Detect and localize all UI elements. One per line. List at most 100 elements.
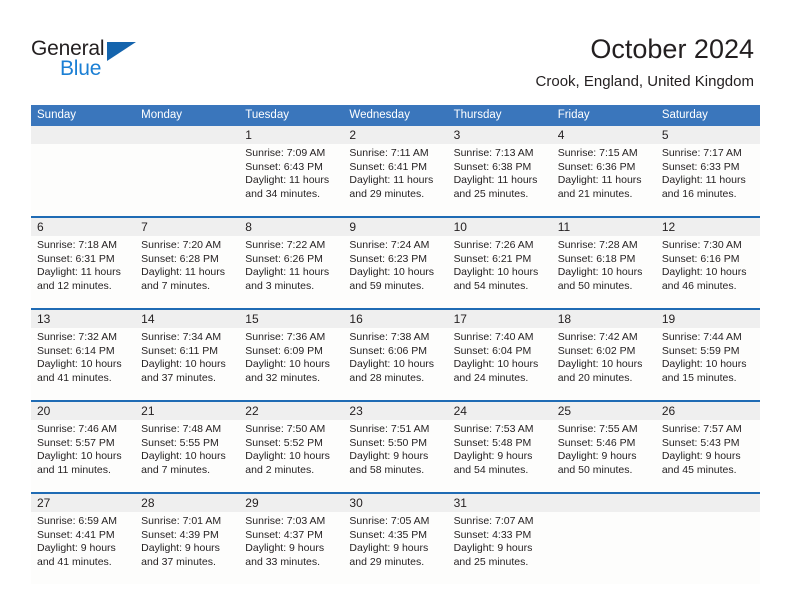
- daylight-text-line2: and 37 minutes.: [141, 371, 216, 384]
- day-cell[interactable]: 25 Sunrise: 7:55 AM Sunset: 5:46 PM Dayl…: [551, 402, 656, 492]
- sunset-text: Sunset: 4:39 PM: [141, 528, 219, 541]
- day-details: Sunrise: 7:32 AM Sunset: 6:14 PM Dayligh…: [31, 328, 135, 385]
- day-number: 2: [349, 128, 357, 142]
- day-cell[interactable]: 17 Sunrise: 7:40 AM Sunset: 6:04 PM Dayl…: [447, 310, 552, 400]
- day-cell[interactable]: 3 Sunrise: 7:13 AM Sunset: 6:38 PM Dayli…: [447, 126, 552, 216]
- day-cell[interactable]: 28 Sunrise: 7:01 AM Sunset: 4:39 PM Dayl…: [135, 494, 240, 584]
- day-details: Sunrise: 7:18 AM Sunset: 6:31 PM Dayligh…: [31, 236, 135, 293]
- sunset-text: Sunset: 5:52 PM: [245, 436, 323, 449]
- day-details: Sunrise: 7:42 AM Sunset: 6:02 PM Dayligh…: [552, 328, 656, 385]
- day-number: 6: [37, 220, 44, 234]
- day-details: Sunrise: 7:07 AM Sunset: 4:33 PM Dayligh…: [448, 512, 552, 569]
- daylight-text-line1: Daylight: 11 hours: [557, 174, 642, 187]
- day-number: 26: [661, 404, 676, 418]
- day-cell[interactable]: 14 Sunrise: 7:34 AM Sunset: 6:11 PM Dayl…: [135, 310, 240, 400]
- week-row: 27 Sunrise: 6:59 AM Sunset: 4:41 PM Dayl…: [31, 492, 760, 584]
- day-cell[interactable]: 1 Sunrise: 7:09 AM Sunset: 6:43 PM Dayli…: [239, 126, 344, 216]
- day-cell[interactable]: 12 Sunrise: 7:30 AM Sunset: 6:16 PM Dayl…: [655, 218, 760, 308]
- page-header: General Blue October 2024 Crook, England…: [0, 0, 792, 100]
- day-details: Sunrise: 7:44 AM Sunset: 5:59 PM Dayligh…: [656, 328, 760, 385]
- day-cell[interactable]: 13 Sunrise: 7:32 AM Sunset: 6:14 PM Dayl…: [31, 310, 136, 400]
- day-cell[interactable]: [655, 494, 760, 584]
- sunrise-text: Sunrise: 7:46 AM: [37, 423, 117, 435]
- day-details: Sunrise: 7:38 AM Sunset: 6:06 PM Dayligh…: [343, 328, 447, 385]
- day-cell[interactable]: 30 Sunrise: 7:05 AM Sunset: 4:35 PM Dayl…: [343, 494, 448, 584]
- day-number: 31: [453, 496, 467, 510]
- day-details: Sunrise: 7:26 AM Sunset: 6:21 PM Dayligh…: [448, 236, 552, 293]
- sunset-text: Sunset: 6:21 PM: [453, 252, 532, 265]
- day-cell[interactable]: 31 Sunrise: 7:07 AM Sunset: 4:33 PM Dayl…: [447, 494, 552, 584]
- day-cell[interactable]: 29 Sunrise: 7:03 AM Sunset: 4:37 PM Dayl…: [239, 494, 344, 584]
- daylight-text-line1: Daylight: 10 hours: [141, 358, 226, 371]
- day-details: Sunrise: 7:28 AM Sunset: 6:18 PM Dayligh…: [552, 236, 656, 293]
- day-details: [656, 512, 760, 515]
- day-cell[interactable]: 23 Sunrise: 7:51 AM Sunset: 5:50 PM Dayl…: [343, 402, 448, 492]
- day-cell[interactable]: 10 Sunrise: 7:26 AM Sunset: 6:21 PM Dayl…: [447, 218, 552, 308]
- generalblue-logo[interactable]: General Blue: [31, 37, 171, 85]
- day-number-band: 23: [343, 402, 448, 420]
- daylight-text-line1: Daylight: 9 hours: [245, 542, 325, 555]
- day-cell[interactable]: 19 Sunrise: 7:44 AM Sunset: 5:59 PM Dayl…: [655, 310, 760, 400]
- sunrise-text: Sunrise: 7:51 AM: [349, 423, 430, 435]
- daylight-text-line2: and 12 minutes.: [37, 279, 112, 292]
- day-number-band: 6: [31, 218, 136, 236]
- day-cell[interactable]: 22 Sunrise: 7:50 AM Sunset: 5:52 PM Dayl…: [239, 402, 344, 492]
- sunset-text: Sunset: 6:06 PM: [349, 344, 428, 357]
- day-cell[interactable]: 6 Sunrise: 7:18 AM Sunset: 6:31 PM Dayli…: [31, 218, 136, 308]
- logo-triangle-icon: [107, 42, 136, 61]
- day-number-band: 16: [343, 310, 448, 328]
- day-number: 20: [37, 404, 51, 418]
- sunrise-text: Sunrise: 7:30 AM: [661, 239, 742, 251]
- day-details: Sunrise: 7:30 AM Sunset: 6:16 PM Dayligh…: [656, 236, 760, 293]
- sunset-text: Sunset: 5:57 PM: [37, 436, 115, 449]
- daylight-text-line2: and 21 minutes.: [557, 187, 633, 200]
- day-details: Sunrise: 6:59 AM Sunset: 4:41 PM Dayligh…: [31, 512, 135, 569]
- daylight-text-line1: Daylight: 9 hours: [349, 542, 429, 555]
- sunset-text: Sunset: 6:04 PM: [453, 344, 532, 357]
- day-cell[interactable]: 16 Sunrise: 7:38 AM Sunset: 6:06 PM Dayl…: [343, 310, 448, 400]
- day-cell[interactable]: 9 Sunrise: 7:24 AM Sunset: 6:23 PM Dayli…: [343, 218, 448, 308]
- day-details: Sunrise: 7:11 AM Sunset: 6:41 PM Dayligh…: [343, 144, 447, 201]
- daylight-text-line1: Daylight: 10 hours: [141, 450, 226, 463]
- daylight-text-line2: and 11 minutes.: [37, 463, 111, 476]
- calendar-page: General Blue October 2024 Crook, England…: [0, 0, 792, 612]
- daylight-text-line1: Daylight: 9 hours: [453, 542, 533, 555]
- day-cell[interactable]: [31, 126, 136, 216]
- daylight-text-line1: Daylight: 10 hours: [661, 358, 747, 371]
- day-number: 28: [141, 496, 155, 510]
- day-number-band: 25: [551, 402, 656, 420]
- week-row: 1 Sunrise: 7:09 AM Sunset: 6:43 PM Dayli…: [31, 126, 760, 216]
- day-details: Sunrise: 7:20 AM Sunset: 6:28 PM Dayligh…: [135, 236, 239, 293]
- day-cell[interactable]: 20 Sunrise: 7:46 AM Sunset: 5:57 PM Dayl…: [31, 402, 136, 492]
- sunset-text: Sunset: 6:28 PM: [141, 252, 219, 265]
- day-details: Sunrise: 7:17 AM Sunset: 6:33 PM Dayligh…: [656, 144, 760, 201]
- day-cell[interactable]: 15 Sunrise: 7:36 AM Sunset: 6:09 PM Dayl…: [239, 310, 344, 400]
- sunset-text: Sunset: 6:23 PM: [349, 252, 428, 265]
- daylight-text-line2: and 37 minutes.: [141, 555, 216, 568]
- day-details: Sunrise: 7:55 AM Sunset: 5:46 PM Dayligh…: [552, 420, 656, 477]
- day-number-band: 12: [655, 218, 760, 236]
- daylight-text-line2: and 58 minutes.: [349, 463, 425, 476]
- day-cell[interactable]: [551, 494, 656, 584]
- day-cell[interactable]: 7 Sunrise: 7:20 AM Sunset: 6:28 PM Dayli…: [135, 218, 240, 308]
- day-cell[interactable]: 21 Sunrise: 7:48 AM Sunset: 5:55 PM Dayl…: [135, 402, 240, 492]
- day-number-band: 20: [31, 402, 136, 420]
- daylight-text-line1: Daylight: 10 hours: [349, 266, 435, 279]
- day-cell[interactable]: 5 Sunrise: 7:17 AM Sunset: 6:33 PM Dayli…: [655, 126, 760, 216]
- day-number: 9: [349, 220, 357, 234]
- day-cell[interactable]: 27 Sunrise: 6:59 AM Sunset: 4:41 PM Dayl…: [31, 494, 136, 584]
- day-cell[interactable]: 8 Sunrise: 7:22 AM Sunset: 6:26 PM Dayli…: [239, 218, 344, 308]
- day-cell[interactable]: 26 Sunrise: 7:57 AM Sunset: 5:43 PM Dayl…: [655, 402, 760, 492]
- daylight-text-line2: and 50 minutes.: [557, 279, 633, 292]
- daylight-text-line2: and 45 minutes.: [661, 463, 737, 476]
- day-cell[interactable]: 11 Sunrise: 7:28 AM Sunset: 6:18 PM Dayl…: [551, 218, 656, 308]
- daylight-text-line1: Daylight: 11 hours: [245, 174, 330, 187]
- day-cell[interactable]: 24 Sunrise: 7:53 AM Sunset: 5:48 PM Dayl…: [447, 402, 552, 492]
- day-cell[interactable]: [135, 126, 240, 216]
- day-number-band: 5: [655, 126, 760, 144]
- day-cell[interactable]: 4 Sunrise: 7:15 AM Sunset: 6:36 PM Dayli…: [551, 126, 656, 216]
- day-cell[interactable]: 18 Sunrise: 7:42 AM Sunset: 6:02 PM Dayl…: [551, 310, 656, 400]
- daylight-text-line2: and 33 minutes.: [245, 555, 320, 568]
- day-cell[interactable]: 2 Sunrise: 7:11 AM Sunset: 6:41 PM Dayli…: [343, 126, 448, 216]
- daylight-text-line2: and 59 minutes.: [349, 279, 425, 292]
